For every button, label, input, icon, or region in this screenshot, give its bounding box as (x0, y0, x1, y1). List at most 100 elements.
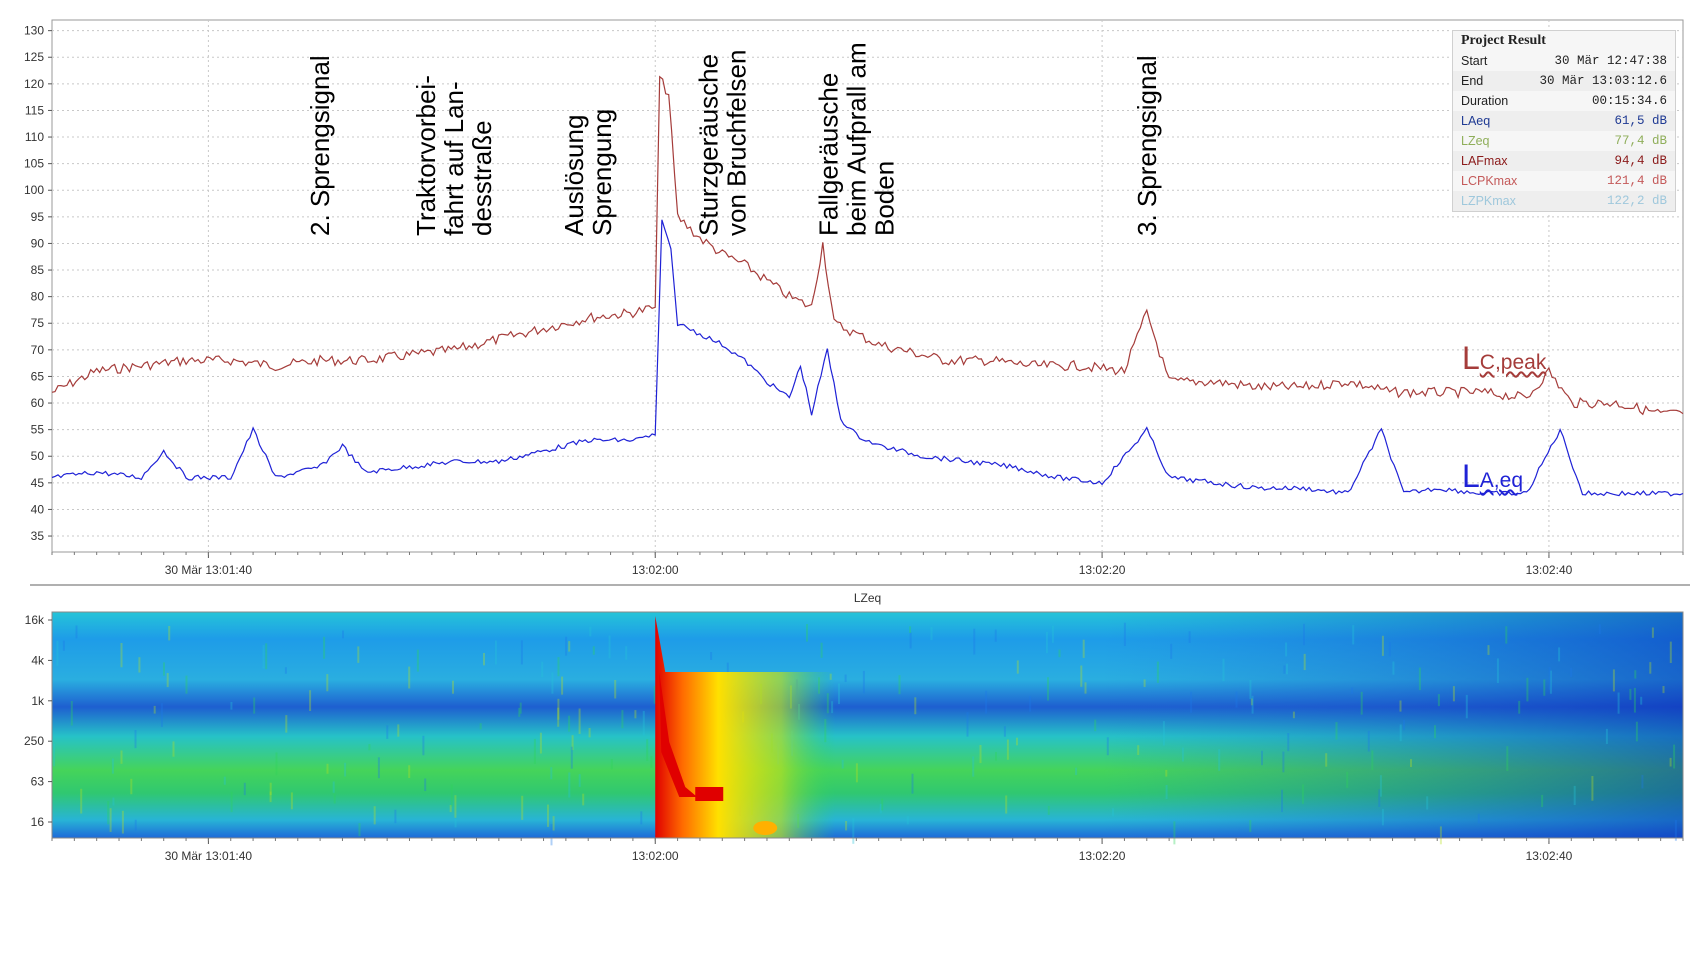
annotation-text: beim Aufprall am (841, 42, 871, 236)
spectrogram-noise-cell (1218, 749, 1221, 771)
spectrogram-noise-cell (386, 725, 389, 739)
spectrogram-noise-cell (1605, 728, 1608, 744)
result-label: LAeq (1461, 113, 1491, 128)
spectrogram-noise-cell (230, 702, 233, 710)
y-tick-label: 90 (31, 236, 45, 250)
spectrogram-noise-cell (1003, 726, 1006, 737)
result-label: LAFmax (1461, 153, 1508, 168)
spectrogram-noise-cell (450, 784, 453, 807)
y-tick-label: 120 (24, 77, 44, 91)
spectrogram-noise-cell (1286, 663, 1288, 675)
spectrogram-noise-cell (881, 798, 884, 811)
spectrogram-noise-cell (966, 712, 969, 737)
spectrogram-noise-cell (1173, 821, 1176, 845)
spectrogram-noise-cell (1541, 794, 1544, 808)
spectrogram-noise-cell (520, 640, 523, 665)
result-row: LZPKmax 122,2 dB (1453, 191, 1675, 211)
spectrogram-noise-cell (565, 636, 568, 656)
spectrogram-noise-cell (578, 708, 581, 734)
spectrogram-noise-cell (454, 819, 457, 828)
spectrogram-noise-cell (1617, 692, 1620, 714)
spectrogram-noise-cell (973, 628, 976, 655)
spectrogram-noise-cell (1399, 700, 1402, 712)
y-tick-label: 85 (31, 263, 45, 277)
spectrogram-noise-cell (326, 763, 329, 774)
spectrogram-chart: LZeq 16k 4k 1k 250 63 16 30 Mär 13:01:40 13:02:0… (24, 591, 1684, 863)
spectrogram-noise-cell (1437, 694, 1440, 707)
spectrogram-noise-cell (650, 756, 653, 768)
spectrogram-noise-cell (621, 710, 624, 729)
project-result-panel: Project Result Start 30 Mär 12:47:38 End 30… (1452, 30, 1676, 212)
spectrogram-noise-cell (1548, 667, 1551, 690)
annotation-text: Fallgeräusche (813, 73, 843, 236)
spectrogram-noise-cell (75, 625, 78, 639)
spectrogram-noise-cell (806, 624, 808, 642)
spectrogram-noise-cell (1381, 635, 1384, 656)
spectrogram-noise-cell (1351, 687, 1354, 694)
spectrogram-noise-cell (1005, 795, 1008, 814)
spectrogram-noise-cell (1303, 623, 1305, 646)
lc-peak-main: L (1462, 340, 1480, 376)
result-row: LAFmax 94,4 dB (1453, 151, 1675, 171)
result-label: End (1461, 73, 1484, 88)
project-result-rows: Start 30 Mär 12:47:38 End 30 Mär 13:03:12.6… (1453, 51, 1675, 211)
spec-y-tick-label: 1k (31, 694, 45, 708)
spec-y-tick-label: 16 (31, 815, 45, 829)
spectrogram-noise-cell (1165, 785, 1168, 800)
level-chart: 35 40 45 50 55 60 65 70 75 80 85 90 95 100 105 110 115 12… (24, 19, 1690, 586)
spec-x-tick-label: 13:02:00 (632, 849, 679, 863)
y-tick-label: 130 (24, 24, 44, 38)
spec-y-tick-label: 250 (24, 734, 44, 748)
spectrogram-noise-cell (408, 765, 411, 778)
spectrogram-noise-cell (1506, 746, 1509, 771)
spectrogram-noise-cell (309, 690, 312, 711)
spectrogram-noise-cell (1249, 679, 1252, 700)
spectrogram-noise-cell (377, 757, 380, 779)
spectrogram-noise-cell (483, 653, 485, 666)
spectrogram-noise-cell (539, 732, 542, 754)
spectrogram-noise-cell (1016, 660, 1019, 674)
spectrogram-noise-cell (134, 819, 137, 831)
spectrogram-noise-cell (634, 710, 637, 719)
spectrogram-noise-cell (1381, 808, 1384, 826)
result-value: 94,4 dB (1614, 153, 1667, 168)
spectrogram-noise-cell (1487, 645, 1490, 655)
spectrogram-noise-cell (1651, 627, 1654, 638)
spectrogram-noise-cell (342, 630, 344, 639)
result-row: LCPKmax 121,4 dB (1453, 171, 1675, 191)
spectrogram-noise-cell (1045, 631, 1048, 654)
annotation-text: fahrt auf Lan- (439, 81, 469, 236)
y-tick-label: 55 (31, 423, 45, 437)
lc-peak-label: LC,peak (1462, 340, 1546, 377)
spectrogram-noise-cell (1292, 711, 1295, 719)
spectrogram-noise-cell (422, 735, 425, 756)
spectrogram-noise-cell (521, 795, 524, 820)
spectrogram-noise-cell (1075, 767, 1078, 776)
result-label: LCPKmax (1461, 173, 1518, 188)
spectrogram-noise-cell (1261, 750, 1263, 766)
spectrogram-noise-cell (1392, 661, 1395, 675)
spectrogram-noise-cell (1281, 789, 1283, 813)
y-tick-label: 50 (31, 449, 45, 463)
y-tick-label: 100 (24, 183, 44, 197)
spectrogram-noise-cell (1235, 691, 1238, 708)
spectrogram-noise-cell (1399, 724, 1402, 742)
spectrogram-noise-cell (1526, 677, 1529, 702)
y-tick-label: 110 (25, 130, 44, 144)
spectrogram-noise-cell (1303, 653, 1306, 671)
spectrogram-noise-cell (1573, 785, 1576, 806)
spectrogram-noise-cell (1635, 721, 1638, 742)
spectrogram-noise-cell (138, 657, 141, 673)
spectrogram-noise-cell (323, 636, 326, 659)
spectrogram-noise-cell (172, 741, 175, 757)
annotation-text: Boden (869, 161, 899, 236)
spectrogram-noise-cell (844, 674, 847, 683)
annotation-text: Auslösung (559, 115, 589, 236)
chart-svg: 35 40 45 50 55 60 65 70 75 80 85 90 95 100 105 110 115 12… (24, 19, 1690, 863)
spectrogram-noise-cell (285, 715, 288, 733)
spectrogram-noise-cell (1465, 694, 1468, 719)
result-value: 77,4 dB (1614, 133, 1667, 148)
lc-peak-sub: C,peak (1479, 351, 1547, 374)
spectrogram-noise-cell (541, 661, 544, 678)
spectrogram-noise-cell (909, 632, 912, 649)
